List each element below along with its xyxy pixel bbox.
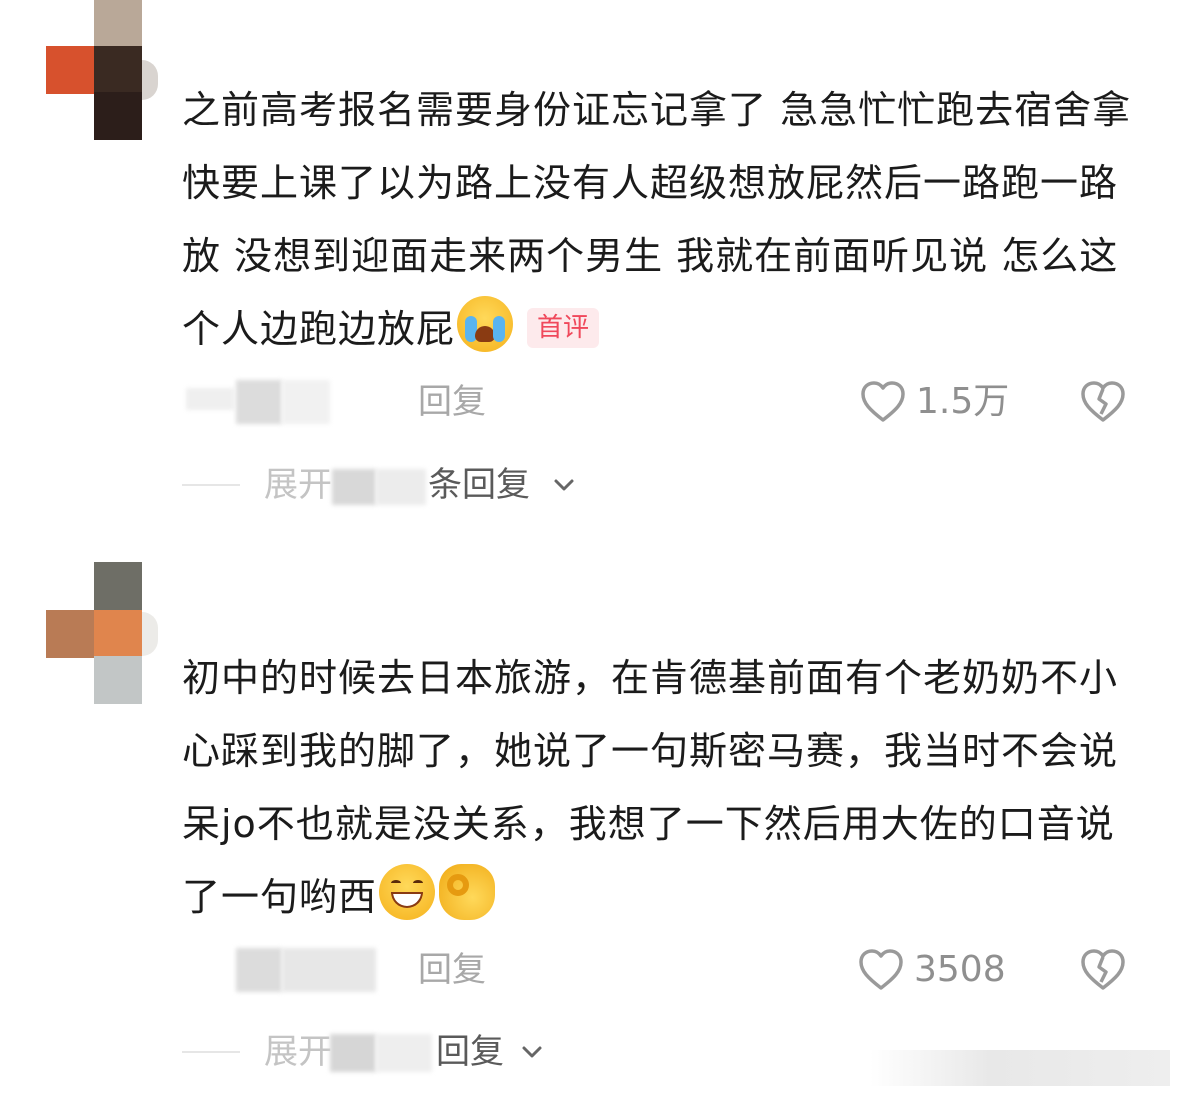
expand-suffix: 条回复 [428, 465, 530, 505]
comment-actions: 回复 3508 [0, 940, 1179, 1000]
loudly-crying-face-emoji [457, 296, 514, 352]
censored-reply-count [376, 469, 426, 505]
avatar-mosaic-tile [94, 0, 142, 48]
divider-line [182, 484, 240, 486]
like-button[interactable]: 1.5万 [860, 372, 1009, 432]
censored-reply-count [330, 1034, 376, 1072]
avatar-mosaic-tile [94, 562, 142, 610]
avatar-mosaic-tile [94, 46, 142, 94]
comment-body: 初中的时候去日本旅游，在肯德基前面有个老奶奶不小心踩到我的脚了，她说了一句斯密马… [182, 656, 1119, 919]
watermark [870, 1050, 1170, 1086]
chevron-down-icon [554, 479, 574, 491]
avatar[interactable] [46, 0, 158, 144]
heart-icon [861, 381, 905, 422]
expand-prefix: 展开 [264, 465, 332, 505]
broken-heart-icon[interactable] [1080, 948, 1126, 992]
censored-timestamp [186, 388, 234, 410]
comment-text: 之前高考报名需要身份证忘记拿了 急急忙忙跑去宿舍拿 快要上课了以为路上没有人超级… [182, 74, 1142, 366]
comment-item: 初中的时候去日本旅游，在肯德基前面有个老奶奶不小心踩到我的脚了，她说了一句斯密马… [0, 562, 1179, 1098]
like-count: 1.5万 [916, 381, 1010, 422]
ok-hand-emoji [439, 864, 496, 920]
censored-location [282, 380, 330, 424]
expand-replies[interactable]: 展开 条回复 [0, 455, 1179, 515]
comment-body: 之前高考报名需要身份证忘记拿了 急急忙忙跑去宿舍拿 快要上课了以为路上没有人超级… [182, 88, 1132, 351]
expand-suffix: 回复 [436, 1032, 504, 1072]
avatar-mosaic-tile [46, 46, 94, 94]
divider-line [182, 1051, 240, 1053]
censored-timestamp [236, 948, 282, 992]
avatar-mosaic-tile [94, 92, 142, 140]
like-count: 3508 [914, 949, 1006, 990]
comment-text: 初中的时候去日本旅游，在肯德基前面有个老奶奶不小心踩到我的脚了，她说了一句斯密马… [182, 642, 1142, 934]
avatar-mosaic-tile [94, 610, 142, 658]
comment-actions: 回复 1.5万 [0, 372, 1179, 432]
censored-location [236, 380, 282, 424]
first-comment-badge: 首评 [527, 308, 600, 348]
comment-item: 之前高考报名需要身份证忘记拿了 急急忙忙跑去宿舍拿 快要上课了以为路上没有人超级… [0, 0, 1179, 530]
like-button[interactable]: 3508 [858, 940, 1006, 1000]
broken-heart-icon[interactable] [1080, 380, 1126, 424]
chevron-down-icon [522, 1046, 542, 1058]
avatar-mosaic-tile [94, 656, 142, 704]
censored-reply-count [376, 1034, 432, 1072]
reply-button[interactable]: 回复 [418, 940, 486, 1000]
censored-reply-count [332, 469, 376, 505]
avatar[interactable] [46, 562, 158, 706]
avatar-mosaic-tile [46, 610, 94, 658]
avatar-mosaic-tile [142, 612, 158, 656]
expand-prefix: 展开 [264, 1032, 332, 1072]
avatar-mosaic-tile [142, 60, 158, 100]
censored-location [282, 948, 376, 992]
grinning-face-emoji [379, 864, 436, 920]
heart-icon [859, 949, 903, 990]
reply-button[interactable]: 回复 [418, 372, 486, 432]
